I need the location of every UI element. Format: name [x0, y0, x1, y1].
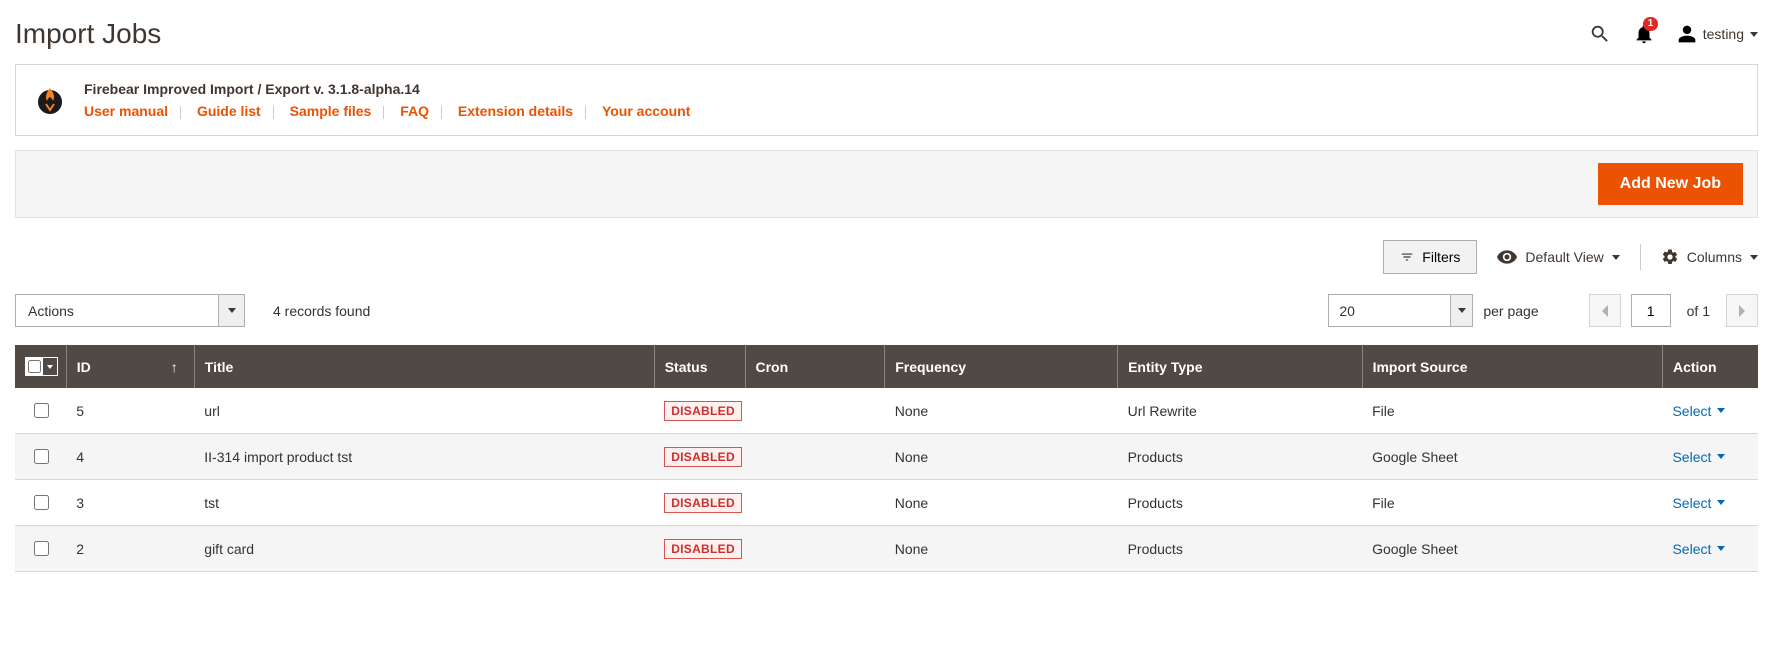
mass-actions-dropdown[interactable]: Actions [15, 294, 245, 327]
cell-entity: Products [1118, 434, 1363, 480]
cell-entity: Products [1118, 480, 1363, 526]
extension-info-block: Firebear Improved Import / Export v. 3.1… [15, 64, 1758, 136]
column-header-status[interactable]: Status [654, 345, 745, 388]
filters-label: Filters [1422, 249, 1460, 265]
chevron-down-icon [1717, 454, 1725, 459]
default-view-toggle[interactable]: Default View [1497, 249, 1619, 265]
chevron-down-icon [1612, 255, 1620, 260]
link-faq[interactable]: FAQ [400, 103, 429, 119]
cell-id: 2 [66, 526, 194, 572]
default-view-label: Default View [1525, 249, 1603, 265]
extension-name: Firebear Improved Import / Export v. 3.1… [84, 81, 690, 97]
cell-frequency: None [885, 480, 1118, 526]
cell-cron [745, 480, 885, 526]
table-row[interactable]: 2gift card DISABLED NoneProductsGoogle She… [15, 526, 1758, 572]
cell-frequency: None [885, 388, 1118, 434]
chevron-down-icon [1750, 32, 1758, 37]
cell-entity: Url Rewrite [1118, 388, 1363, 434]
chevron-right-icon [1738, 305, 1746, 317]
chevron-down-icon [228, 308, 236, 313]
cell-title: url [194, 388, 654, 434]
cell-entity: Products [1118, 526, 1363, 572]
mass-actions-label: Actions [16, 303, 218, 319]
cell-title: II-314 import product tst [194, 434, 654, 480]
pager-prev-button[interactable] [1589, 294, 1621, 327]
column-header-frequency[interactable]: Frequency [885, 345, 1118, 388]
row-checkbox[interactable] [34, 403, 49, 418]
cell-frequency: None [885, 434, 1118, 480]
eye-icon [1497, 250, 1517, 264]
gear-icon [1661, 248, 1679, 266]
link-guide-list[interactable]: Guide list [197, 103, 261, 119]
cell-title: tst [194, 480, 654, 526]
notification-badge: 1 [1643, 17, 1659, 31]
select-all-checkbox[interactable] [25, 357, 58, 376]
column-header-source[interactable]: Import Source [1362, 345, 1662, 388]
page-title: Import Jobs [15, 18, 161, 50]
page-number-input[interactable] [1631, 294, 1671, 327]
row-action-select[interactable]: Select [1672, 449, 1725, 465]
cell-source: Google Sheet [1362, 434, 1662, 480]
cell-cron [745, 388, 885, 434]
sort-asc-icon: ↑ [171, 359, 178, 375]
records-found-label: 4 records found [273, 303, 370, 319]
table-row[interactable]: 4II-314 import product tst DISABLED NonePr… [15, 434, 1758, 480]
chevron-down-icon [1717, 546, 1725, 551]
link-your-account[interactable]: Your account [602, 103, 690, 119]
cell-frequency: None [885, 526, 1118, 572]
column-header-action[interactable]: Action [1662, 345, 1758, 388]
column-header-cron[interactable]: Cron [745, 345, 885, 388]
cell-cron [745, 434, 885, 480]
jobs-table: ID ↑ Title Status Cron Frequency Entity … [15, 345, 1758, 572]
page-size-value: 20 [1329, 303, 1450, 319]
filters-button[interactable]: Filters [1383, 240, 1477, 274]
firebear-logo-icon [34, 84, 66, 116]
link-extension-details[interactable]: Extension details [458, 103, 573, 119]
cell-title: gift card [194, 526, 654, 572]
chevron-down-icon [1717, 500, 1725, 505]
table-row[interactable]: 5url DISABLED NoneUrl RewriteFile Select [15, 388, 1758, 434]
table-row[interactable]: 3tst DISABLED NoneProductsFile Select [15, 480, 1758, 526]
filter-icon [1400, 250, 1414, 264]
status-badge: DISABLED [664, 401, 742, 421]
link-user-manual[interactable]: User manual [84, 103, 168, 119]
status-badge: DISABLED [664, 447, 742, 467]
chevron-down-icon [1458, 308, 1466, 313]
row-action-select[interactable]: Select [1672, 403, 1725, 419]
cell-cron [745, 526, 885, 572]
column-header-entity[interactable]: Entity Type [1118, 345, 1363, 388]
columns-label: Columns [1687, 249, 1742, 265]
row-action-select[interactable]: Select [1672, 495, 1725, 511]
page-of-label: of 1 [1687, 303, 1710, 319]
row-checkbox[interactable] [34, 495, 49, 510]
cell-id: 3 [66, 480, 194, 526]
notifications-icon[interactable]: 1 [1633, 23, 1655, 45]
username-label: testing [1703, 26, 1744, 42]
link-sample-files[interactable]: Sample files [290, 103, 372, 119]
column-header-title[interactable]: Title [194, 345, 654, 388]
chevron-down-icon [1717, 408, 1725, 413]
cell-id: 5 [66, 388, 194, 434]
user-menu[interactable]: testing [1677, 24, 1758, 44]
search-icon[interactable] [1589, 23, 1611, 45]
cell-source: File [1362, 480, 1662, 526]
status-badge: DISABLED [664, 493, 742, 513]
row-checkbox[interactable] [34, 449, 49, 464]
page-size-select[interactable]: 20 [1328, 294, 1473, 327]
chevron-down-icon [1750, 255, 1758, 260]
pager-next-button[interactable] [1726, 294, 1758, 327]
row-action-select[interactable]: Select [1672, 541, 1725, 557]
cell-source: Google Sheet [1362, 526, 1662, 572]
cell-source: File [1362, 388, 1662, 434]
add-new-job-button[interactable]: Add New Job [1598, 163, 1743, 205]
row-checkbox[interactable] [34, 541, 49, 556]
status-badge: DISABLED [664, 539, 742, 559]
chevron-left-icon [1601, 305, 1609, 317]
per-page-label: per page [1483, 303, 1538, 319]
cell-id: 4 [66, 434, 194, 480]
select-all-dropdown[interactable] [43, 358, 57, 375]
column-header-id[interactable]: ID ↑ [66, 345, 194, 388]
columns-toggle[interactable]: Columns [1661, 248, 1758, 266]
